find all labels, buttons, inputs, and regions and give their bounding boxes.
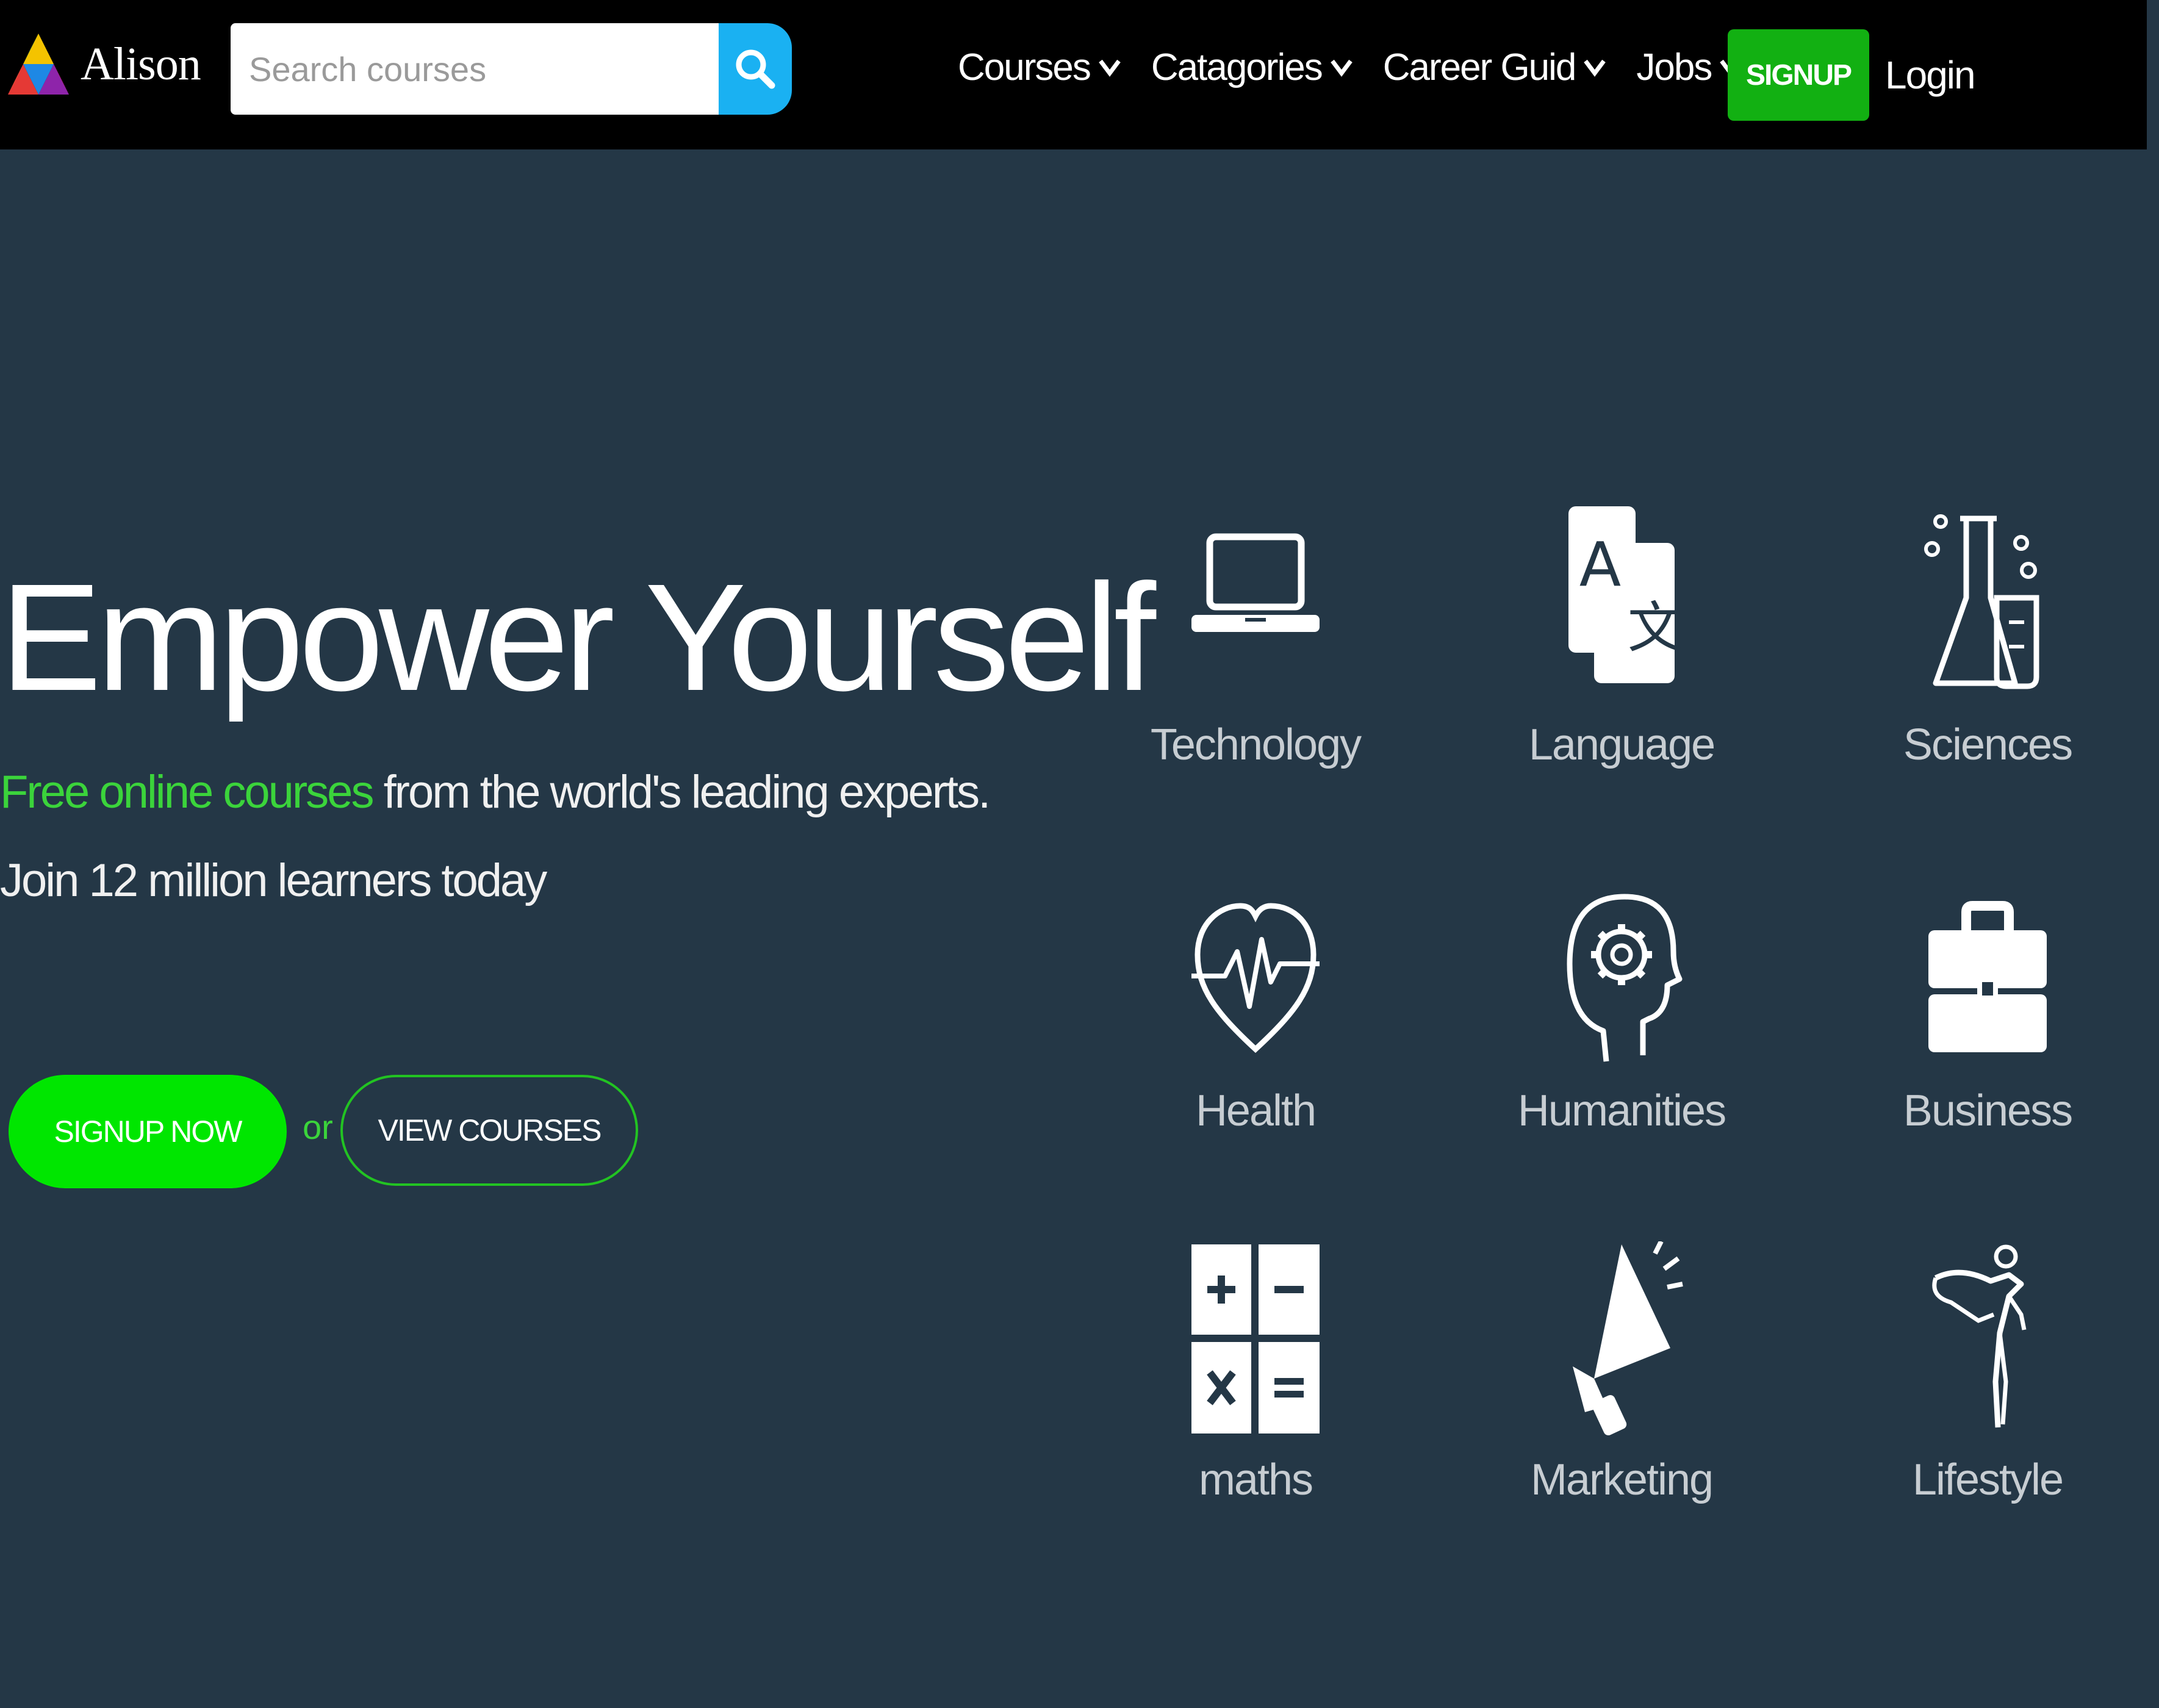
nav-career-guide[interactable]: Career Guid: [1383, 46, 1608, 89]
category-label: Language: [1528, 720, 1715, 769]
category-health[interactable]: Health: [1127, 872, 1384, 1177]
flask-icon: [1924, 514, 2039, 689]
category-sciences[interactable]: Sciences: [1859, 506, 2116, 811]
category-business[interactable]: Business: [1859, 872, 2116, 1177]
nav-categories[interactable]: Catagories: [1151, 46, 1354, 89]
briefcase-icon: [1928, 901, 2047, 1052]
category-icon-wrap: [1127, 506, 1384, 702]
category-label: Humanities: [1517, 1086, 1726, 1135]
category-icon-wrap: [1859, 506, 2116, 702]
category-label: Sciences: [1903, 720, 2073, 769]
category-marketing[interactable]: Marketing: [1493, 1241, 1750, 1546]
chevron-down-icon: [1330, 59, 1353, 77]
category-language[interactable]: A 文 Language: [1493, 506, 1750, 811]
search-bar: [231, 23, 792, 115]
dancer-icon: [1932, 1244, 2027, 1428]
search-input[interactable]: [231, 23, 719, 115]
category-icon-wrap: A 文: [1493, 506, 1750, 702]
nav-jobs-label: Jobs: [1636, 46, 1712, 88]
category-label: Marketing: [1530, 1455, 1714, 1504]
signup-now-button[interactable]: SIGNUP NOW: [9, 1075, 287, 1188]
nav-courses[interactable]: Courses: [958, 46, 1122, 89]
heartbeat-icon: [1191, 903, 1320, 1053]
view-courses-button[interactable]: VIEW COURSES: [340, 1075, 638, 1186]
hero-subtitle-highlight[interactable]: Free online courses: [0, 766, 374, 818]
or-separator: or: [303, 1108, 333, 1146]
category-icon-wrap: [1859, 1241, 2116, 1437]
hero-join-text: Join 12 million learners today: [0, 855, 547, 906]
category-icon-wrap: [1493, 1241, 1750, 1437]
translate-icon: A 文: [1568, 506, 1683, 683]
category-humanities[interactable]: Humanities: [1493, 872, 1750, 1177]
category-label: maths: [1198, 1455, 1313, 1504]
head-gear-icon: [1567, 894, 1683, 1062]
main-menu: Courses Catagories Career Guid Jobs: [958, 34, 1772, 101]
category-label: Technology: [1150, 720, 1362, 769]
signup-button[interactable]: SIGNUP: [1728, 29, 1869, 121]
nav-courses-label: Courses: [958, 46, 1091, 88]
category-icon-wrap: [1127, 1241, 1384, 1437]
navbar-edge: [2147, 0, 2159, 149]
category-label: Lifestyle: [1912, 1455, 2064, 1504]
category-label: Business: [1903, 1086, 2073, 1135]
top-navbar: Alison Courses Catagories Career Guid Jo…: [0, 0, 2159, 149]
hero-subtitle-rest: from the world's leading experts.: [372, 766, 991, 818]
search-button[interactable]: [719, 23, 792, 115]
laptop-icon: [1191, 533, 1320, 632]
category-icon-wrap: [1493, 872, 1750, 1068]
hero-subtitle: Free online courses from the world's lea…: [0, 766, 991, 819]
calculator-icon: [1191, 1244, 1320, 1434]
nav-career-guide-label: Career Guid: [1382, 46, 1577, 88]
svg-text:文: 文: [1628, 596, 1683, 660]
nav-categories-label: Catagories: [1151, 46, 1323, 88]
category-icon-wrap: [1859, 872, 2116, 1068]
category-maths[interactable]: maths: [1127, 1241, 1384, 1546]
chevron-down-icon: [1099, 59, 1121, 77]
hero-title: Empower Yourself: [0, 552, 1156, 722]
svg-text:A: A: [1579, 529, 1621, 600]
brand-name: Alison: [81, 38, 201, 90]
login-link[interactable]: Login: [1885, 41, 1976, 109]
category-label: Health: [1195, 1086, 1317, 1135]
category-icon-wrap: [1127, 872, 1384, 1068]
category-lifestyle[interactable]: Lifestyle: [1859, 1241, 2116, 1546]
alison-logo-icon: [8, 34, 69, 95]
search-icon: [736, 49, 775, 89]
category-technology[interactable]: Technology: [1127, 506, 1384, 811]
megaphone-icon: [1573, 1241, 1683, 1436]
chevron-down-icon: [1584, 59, 1606, 77]
brand-logo[interactable]: Alison: [5, 27, 201, 101]
